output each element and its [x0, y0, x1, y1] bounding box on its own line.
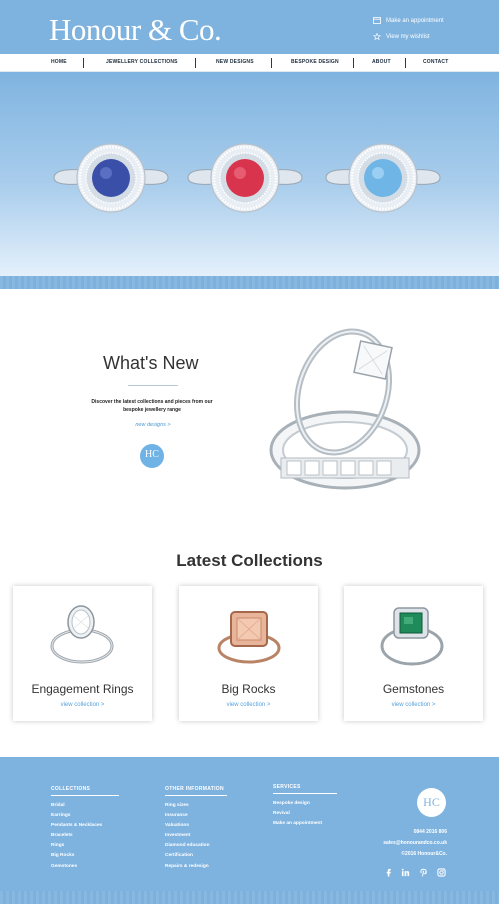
footer-link[interactable]: Make an appointment — [273, 821, 337, 831]
big-rocks-ring-image — [217, 611, 281, 664]
collection-card-big-rocks[interactable]: Big Rocks view collection > — [179, 586, 318, 721]
nav-divider — [353, 58, 354, 68]
hero-texture-strip — [0, 276, 499, 289]
nav-divider — [83, 58, 84, 68]
collection-card-engagement-rings[interactable]: Engagement Rings view collection > — [13, 586, 152, 721]
star-icon — [373, 33, 381, 40]
appointment-label: Make an appointment — [386, 17, 444, 24]
hc-monogram-badge: HC — [140, 444, 164, 468]
card-title: Engagement Rings — [31, 682, 134, 696]
footer-link[interactable]: Insurance — [165, 813, 227, 823]
hero-banner — [0, 72, 499, 276]
nav-about[interactable]: ABOUT — [372, 59, 391, 65]
footer-email[interactable]: sales@honourandco.co.uk — [383, 840, 447, 846]
footer-phone[interactable]: 0844 2016 806 — [414, 829, 447, 835]
wishlist-link[interactable]: View my wishlist — [373, 33, 430, 40]
footer-link[interactable]: Pendants & Necklaces — [51, 823, 119, 833]
make-appointment-link[interactable]: Make an appointment — [373, 17, 444, 24]
whats-new-divider — [128, 385, 178, 386]
footer-link[interactable]: Valuations — [165, 823, 227, 833]
aquamarine-ring-image — [325, 143, 441, 213]
whats-new-title: What's New — [103, 353, 199, 373]
footer-collections-column: COLLECTIONS Bridal Earrings Pendants & Nec… — [51, 786, 119, 874]
nav-home[interactable]: HOME — [51, 59, 67, 65]
view-collection-link[interactable]: view collection > — [179, 702, 318, 708]
footer-link[interactable]: Bespoke design — [273, 801, 337, 811]
footer-other-column: OTHER INFORMATION Ring sizes Insurance Val… — [165, 786, 227, 874]
footer-link[interactable]: Investment — [165, 833, 227, 843]
footer-link[interactable]: Big Rocks — [51, 853, 119, 863]
footer-heading: OTHER INFORMATION — [165, 786, 227, 796]
wishlist-label: View my wishlist — [386, 33, 430, 40]
nav-bespoke-design[interactable]: BESPOKE DESIGN — [291, 59, 339, 65]
footer-link[interactable]: Revival — [273, 811, 337, 821]
ruby-ring-image — [187, 143, 303, 213]
footer-link-list: Bridal Earrings Pendants & Necklaces Bracel… — [51, 803, 119, 874]
new-designs-link[interactable]: new designs > — [118, 422, 188, 428]
hc-monogram-text: HC — [145, 449, 159, 460]
footer-link[interactable]: Diamond education — [165, 843, 227, 853]
footer-link[interactable]: Earrings — [51, 813, 119, 823]
footer-heading: COLLECTIONS — [51, 786, 119, 796]
collection-card-gemstones[interactable]: Gemstones view collection > — [344, 586, 483, 721]
footer-services-column: SERVICES Bespoke design Revival Make an ap… — [273, 784, 337, 831]
latest-collections-title: Latest Collections — [176, 551, 323, 570]
linkedin-icon[interactable] — [401, 868, 410, 877]
footer-texture-strip — [0, 891, 499, 904]
footer-monogram-text: HC — [423, 795, 440, 809]
footer-link[interactable]: Gemstones — [51, 864, 119, 874]
card-title: Gemstones — [382, 682, 445, 696]
card-title: Big Rocks — [221, 682, 276, 696]
nav-divider — [271, 58, 272, 68]
view-collection-link[interactable]: view collection > — [13, 702, 152, 708]
sapphire-ring-image — [53, 143, 169, 213]
footer-link[interactable]: Ring sizes — [165, 803, 227, 813]
site-footer: COLLECTIONS Bridal Earrings Pendants & Nec… — [0, 757, 499, 904]
footer-hc-monogram: HC — [417, 788, 446, 817]
footer-copyright: ©2016 Honour&Co. — [401, 851, 447, 857]
footer-link[interactable]: Repairs & redesign — [165, 864, 227, 874]
whats-new-description: Discover the latest collections and piec… — [91, 399, 213, 413]
nav-divider — [195, 58, 196, 68]
footer-link[interactable]: Bracelets — [51, 833, 119, 843]
nav-jewellery-collections[interactable]: JEWELLERY COLLECTIONS — [106, 59, 178, 65]
instagram-icon[interactable] — [437, 868, 446, 877]
footer-link[interactable]: Bridal — [51, 803, 119, 813]
calendar-icon — [373, 17, 381, 24]
facebook-icon[interactable] — [384, 868, 393, 877]
emerald-ring-image — [380, 607, 444, 666]
footer-link-list: Ring sizes Insurance Valuations Investment D… — [165, 803, 227, 874]
princess-cut-rings-image — [269, 328, 421, 490]
view-collection-link[interactable]: view collection > — [344, 702, 483, 708]
pinterest-icon[interactable] — [419, 868, 428, 877]
nav-divider — [405, 58, 406, 68]
nav-new-designs[interactable]: NEW DESIGNS — [216, 59, 254, 65]
main-nav: HOME JEWELLERY COLLECTIONS NEW DESIGNS B… — [0, 54, 499, 72]
nav-contact[interactable]: CONTACT — [423, 59, 448, 65]
site-header: Honour & Co. Make an appointment View my… — [0, 0, 499, 54]
site-logo[interactable]: Honour & Co. — [49, 12, 222, 48]
engagement-ring-image — [50, 605, 114, 664]
footer-link[interactable]: Certification — [165, 853, 227, 863]
footer-heading: SERVICES — [273, 784, 337, 794]
footer-link[interactable]: Rings — [51, 843, 119, 853]
footer-link-list: Bespoke design Revival Make an appointment — [273, 801, 337, 831]
